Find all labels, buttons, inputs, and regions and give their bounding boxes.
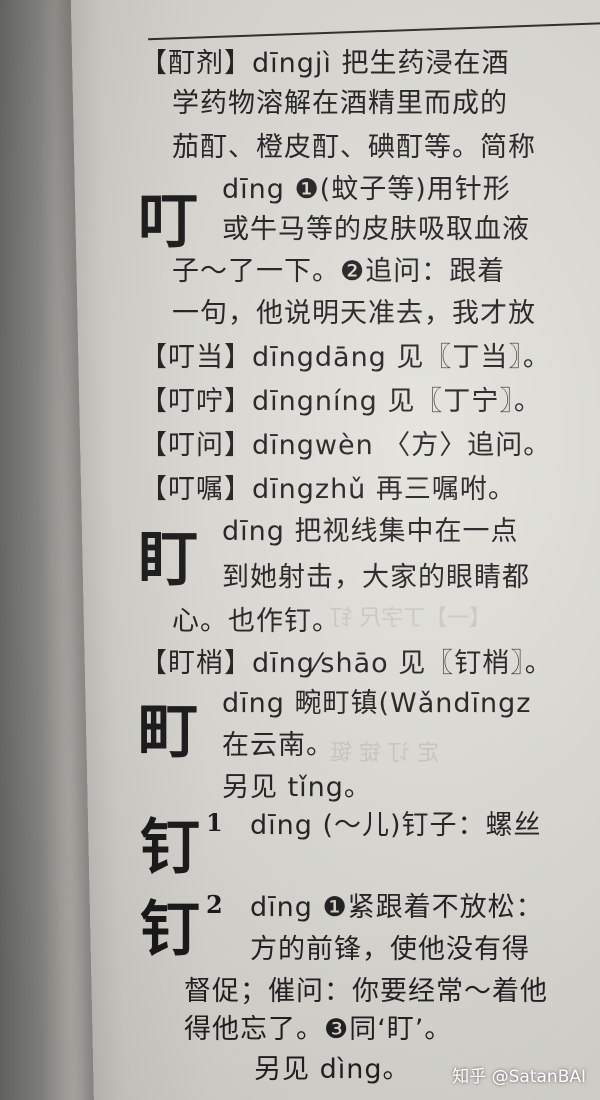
headword: 盯 (138, 525, 198, 595)
entry-line: 一句，他说明天准去，我才放 (172, 298, 536, 329)
entry-line: 【叮咛】dīngníng 见〖丁宁〗。 (140, 386, 542, 417)
homograph-number: 1 (206, 808, 223, 837)
entry-line: 【叮嘱】dīngzhǔ 再三嘱咐。 (140, 474, 516, 505)
entry-line: 学药物溶解在酒精里而成的 (172, 88, 508, 119)
entry-line: 茄酊、橙皮酊、碘酊等。简称 (172, 132, 536, 163)
show-through-text: 【一】丁字尺 钉 (330, 606, 491, 631)
entry-line: 另见 tǐng。 (222, 772, 372, 803)
entry-line: 得他忘了。❸同‘盯’。 (184, 1014, 453, 1045)
headword: 钉 (140, 895, 200, 965)
headword: 町 (138, 697, 198, 767)
entry-line: 心。也作钉。 (172, 606, 340, 637)
entry-line: 另见 dìng。 (254, 1054, 411, 1085)
entry-line: dīng ❶紧跟着不放松： (250, 892, 544, 923)
homograph-number: 2 (206, 890, 223, 919)
entry-line: dīng ❶(蚊子等)用针形 (222, 174, 511, 205)
entry-line: 【叮当】dīngdāng 见〖丁当〗。 (140, 342, 551, 373)
entry-line: 方的前锋，使他没有得 (250, 934, 530, 965)
entry-line: 子～了一下。❷追问：跟着 (172, 256, 506, 287)
entry-line: 【酊剂】dīngjì 把生药浸在酒 (140, 48, 510, 79)
entry-line: dīng (～儿)钉子：螺丝 (250, 810, 542, 841)
entry-line: 督促；催问：你要经常～着他 (184, 976, 548, 1007)
dictionary-page-photo: 【一】丁字尺 钉 定 订 锭 铤 【酊剂】dīngjì 把生药浸在酒 学药物溶解… (0, 0, 600, 1100)
show-through-text: 定 订 锭 铤 (330, 741, 439, 766)
headword: 叮 (138, 187, 198, 257)
entry-line: dīng 把视线集中在一点 (222, 516, 519, 547)
entry-line: 到她射击，大家的眼睛都 (222, 562, 530, 593)
entry-line: 或牛马等的皮肤吸取血液 (222, 214, 530, 245)
entry-line: 在云南。 (222, 730, 334, 761)
entry-line: dīng 畹町镇(Wǎndīngz (222, 688, 532, 719)
entry-line: 【盯梢】dīng⁄shāo 见〖钉梢〗。 (140, 648, 553, 679)
headword: 钉 (140, 813, 200, 883)
entry-line: 【叮问】dīngwèn 〈方〉追问。 (140, 430, 552, 461)
watermark: 知乎 @SatanBAI (452, 1067, 586, 1087)
